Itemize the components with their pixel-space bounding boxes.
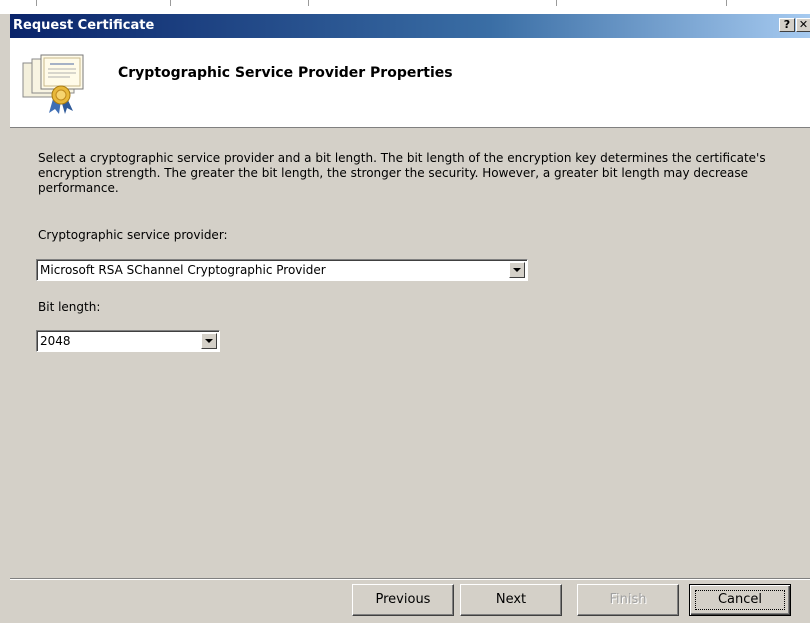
footer-divider: [10, 578, 810, 580]
cancel-button-label: Cancel: [695, 590, 785, 610]
background-divider: [726, 0, 727, 6]
next-button[interactable]: Next: [460, 584, 562, 616]
chevron-down-icon[interactable]: [201, 333, 217, 349]
certificate-icon: [22, 54, 84, 114]
description-area: Select a cryptographic service provider …: [38, 151, 778, 196]
chevron-down-icon[interactable]: [509, 262, 525, 278]
background-divider: [556, 0, 557, 6]
bit-length-label: Bit length:: [38, 300, 101, 314]
help-button[interactable]: ?: [779, 18, 795, 32]
title-bar[interactable]: Request Certificate ? ✕: [10, 14, 810, 38]
background-divider: [308, 0, 309, 6]
finish-button[interactable]: Finish: [577, 584, 679, 616]
bit-length-select[interactable]: 2048: [36, 330, 220, 352]
provider-label: Cryptographic service provider:: [38, 228, 228, 242]
bit-length-value: 2048: [40, 334, 71, 348]
page-title: Cryptographic Service Provider Propertie…: [118, 65, 453, 81]
help-icon: ?: [783, 18, 791, 31]
provider-select[interactable]: Microsoft RSA SChannel Cryptographic Pro…: [36, 259, 528, 281]
background-divider: [36, 0, 37, 6]
wizard-header: Cryptographic Service Provider Propertie…: [10, 38, 810, 128]
window-title: Request Certificate: [13, 18, 155, 33]
provider-value: Microsoft RSA SChannel Cryptographic Pro…: [40, 263, 326, 277]
background-window-strip: [0, 0, 810, 14]
request-certificate-dialog: Request Certificate ? ✕ Cryptographic Se…: [0, 0, 810, 623]
close-icon: ✕: [798, 18, 809, 31]
previous-button[interactable]: Previous: [352, 584, 454, 616]
cancel-button[interactable]: Cancel: [689, 584, 791, 616]
background-divider: [170, 0, 171, 6]
close-button[interactable]: ✕: [796, 18, 810, 32]
description-text: Select a cryptographic service provider …: [38, 151, 766, 195]
